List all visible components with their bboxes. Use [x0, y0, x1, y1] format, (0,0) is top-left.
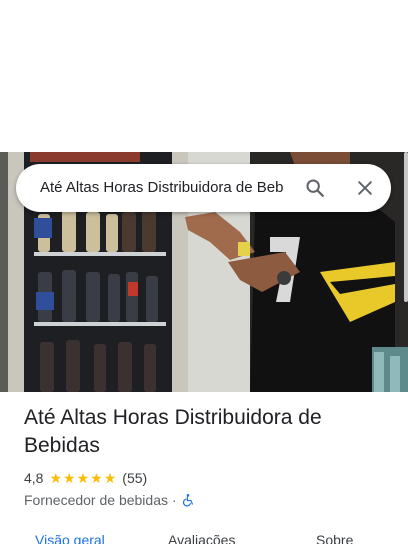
close-icon	[358, 181, 372, 195]
place-title: Até Altas Horas Distribuidora de Bebidas	[24, 406, 322, 457]
search-bar[interactable]: Até Altas Horas Distribuidora de Beb	[16, 164, 391, 212]
star-icon: ★	[63, 470, 76, 486]
rating-value: 4,8	[24, 470, 44, 486]
search-button[interactable]	[299, 172, 331, 204]
star-icon: ★	[49, 470, 63, 486]
star-icon: ★	[103, 470, 117, 486]
scrollbar[interactable]	[404, 152, 408, 302]
place-tabs: Visão geral Avaliações Sobre	[0, 528, 408, 544]
star-rating: ★ ★ ★ ★ ★	[49, 471, 117, 485]
separator-dot: ·	[172, 492, 177, 508]
tab-overview[interactable]: Visão geral	[35, 532, 105, 544]
place-page: Até Altas Horas Distribuidora de Beb Até…	[0, 0, 408, 544]
category-row: Fornecedor de bebidas ·	[24, 490, 384, 510]
tab-about[interactable]: Sobre	[316, 532, 353, 544]
star-icon: ★	[76, 470, 90, 486]
wheelchair-icon[interactable]	[181, 493, 195, 507]
rating-row[interactable]: 4,8 ★ ★ ★ ★ ★ (55)	[24, 468, 384, 488]
review-count[interactable]: (55)	[122, 470, 147, 486]
search-icon	[306, 179, 324, 197]
search-query[interactable]: Até Altas Horas Distribuidora de Beb	[40, 164, 304, 212]
star-icon: ★	[90, 470, 103, 486]
tab-reviews[interactable]: Avaliações	[168, 532, 235, 544]
close-button[interactable]	[349, 172, 381, 204]
place-category[interactable]: Fornecedor de bebidas	[24, 492, 168, 508]
place-details: Até Altas Horas Distribuidora de Bebidas…	[24, 404, 384, 510]
